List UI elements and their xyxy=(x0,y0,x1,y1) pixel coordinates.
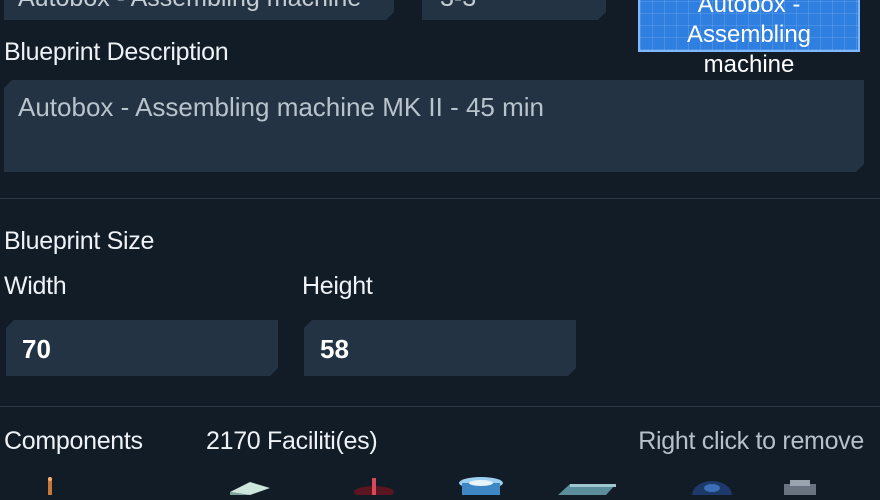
red-tower-icon[interactable] xyxy=(352,476,396,500)
blueprint-name-value: Autobox - Assembling machine xyxy=(18,0,361,13)
components-label: Components xyxy=(4,427,143,455)
width-label: Width xyxy=(4,272,67,300)
storage-icon[interactable] xyxy=(226,476,274,500)
blue-cylinder-icon[interactable] xyxy=(456,476,506,500)
description-text: Autobox - Assembling machine MK II - 45 … xyxy=(18,92,545,122)
description-label: Blueprint Description xyxy=(4,38,229,66)
tower-icon[interactable] xyxy=(40,476,60,500)
small-machine-icon[interactable] xyxy=(780,476,820,500)
section-divider-1 xyxy=(0,198,880,199)
blueprint-number-field[interactable]: 3-3 xyxy=(422,0,606,20)
section-divider-2 xyxy=(0,406,880,407)
description-textarea[interactable]: Autobox - Assembling machine MK II - 45 … xyxy=(4,80,864,172)
thumbnail-line-2: Assembling machine xyxy=(686,21,812,78)
dark-dome-icon[interactable] xyxy=(690,476,734,500)
conveyor-icon[interactable] xyxy=(556,476,618,500)
blueprint-name-field[interactable]: Autobox - Assembling machine xyxy=(4,0,394,20)
thumbnail-line-1: Autobox - xyxy=(697,0,801,18)
blueprint-thumbnail-button[interactable]: Autobox - Assembling machine xyxy=(638,0,860,78)
size-section-label: Blueprint Size xyxy=(4,227,155,255)
width-value: 70 xyxy=(22,334,51,364)
height-value: 58 xyxy=(320,334,349,364)
remove-hint: Right click to remove xyxy=(638,427,864,455)
blueprint-number-value: 3-3 xyxy=(440,0,476,13)
height-label: Height xyxy=(302,272,373,300)
width-input[interactable]: 70 xyxy=(6,320,278,376)
facilities-count: 2170 Faciliti(es) xyxy=(206,427,378,455)
height-input[interactable]: 58 xyxy=(304,320,576,376)
